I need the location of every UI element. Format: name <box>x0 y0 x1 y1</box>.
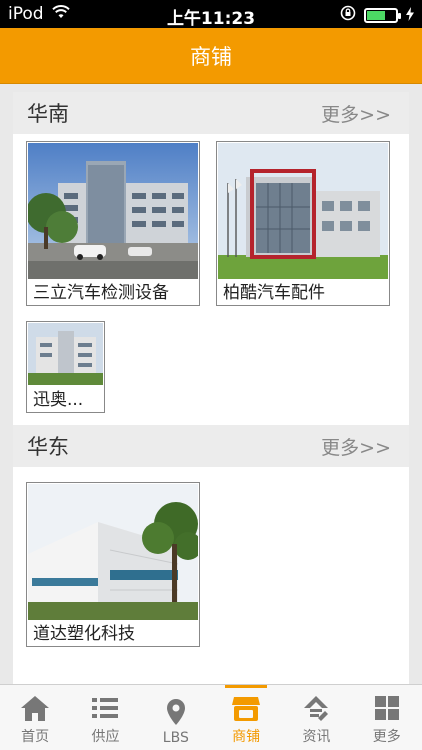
tab-label: LBS <box>162 730 189 746</box>
shop-card-baiku[interactable]: 柏酷汽车配件 <box>216 141 390 306</box>
shop-photo <box>28 143 198 279</box>
shop-card-sanli[interactable]: 三立汽车检测设备 <box>26 141 200 306</box>
more-link[interactable]: 更多>> <box>321 433 391 460</box>
tab-lbs[interactable]: LBS <box>141 685 211 750</box>
tab-label: 更多 <box>372 729 401 745</box>
shop-photo <box>28 323 103 385</box>
news-icon <box>304 696 329 721</box>
section-title: 华东 <box>27 435 69 459</box>
shop-card-xunao[interactable]: 迅奥... <box>26 321 105 413</box>
tab-label: 商铺 <box>232 729 261 745</box>
tab-home[interactable]: 首页 <box>0 685 70 750</box>
tab-news[interactable]: 资讯 <box>281 685 351 750</box>
tab-shop[interactable]: 商铺 <box>211 685 281 750</box>
rotation-lock-icon <box>340 5 356 26</box>
section-header: 华东 更多>> <box>13 425 409 467</box>
status-bar: iPod 上午11:23 <box>0 0 422 29</box>
content-area[interactable]: 华南 更多>> 三立汽车检测设备 柏酷汽车配件 迅奥... 华东 更多>> 道达… <box>0 84 422 684</box>
section-title: 华南 <box>27 102 69 126</box>
shop-photo <box>218 143 388 279</box>
home-icon <box>21 696 50 721</box>
list-icon <box>92 698 119 718</box>
location-pin-icon <box>166 699 185 725</box>
section-header: 华南 更多>> <box>13 92 409 134</box>
shop-photo <box>28 484 198 620</box>
tab-bar: 首页 供应 LBS 商铺 资讯 更多 <box>0 684 422 750</box>
tab-label: 首页 <box>21 729 50 745</box>
tab-label: 供应 <box>91 729 120 745</box>
section-huanan: 华南 更多>> 三立汽车检测设备 柏酷汽车配件 迅奥... <box>13 92 409 425</box>
tab-supply[interactable]: 供应 <box>70 685 140 750</box>
shop-card-daoda[interactable]: 道达塑化科技 <box>26 482 200 647</box>
shop-icon <box>232 697 261 721</box>
section-huadong: 华东 更多>> 道达塑化科技 <box>13 425 409 684</box>
tab-more[interactable]: 更多 <box>352 685 422 750</box>
charging-icon <box>406 6 414 26</box>
nav-bar: 商铺 <box>0 28 422 84</box>
shop-name: 三立汽车检测设备 <box>33 283 169 303</box>
grid-icon <box>374 696 399 720</box>
shop-name: 柏酷汽车配件 <box>223 283 325 303</box>
shop-name: 道达塑化科技 <box>33 624 135 644</box>
tab-label: 资讯 <box>302 729 331 745</box>
battery-icon <box>364 8 401 23</box>
shop-name: 迅奥... <box>33 390 84 410</box>
page-title: 商铺 <box>190 44 232 69</box>
more-link[interactable]: 更多>> <box>321 100 391 127</box>
